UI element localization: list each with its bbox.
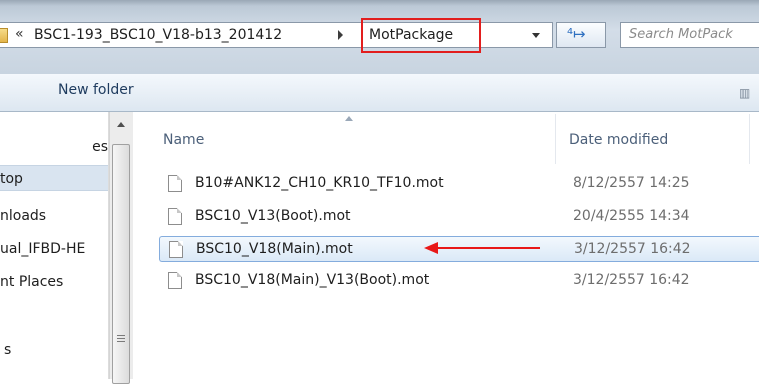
refresh-icon: ⁴↦ <box>567 25 586 43</box>
nav-item-label: ual_IFBD-HE <box>0 241 86 257</box>
address-dropdown-icon[interactable] <box>532 33 540 38</box>
file-icon <box>168 208 182 225</box>
file-name: BSC10_V18(Main).mot <box>196 241 353 257</box>
nav-item-libraries[interactable]: s <box>0 337 108 363</box>
scroll-up-icon[interactable] <box>117 122 125 127</box>
folder-icon <box>0 28 8 43</box>
file-icon <box>168 272 182 289</box>
grip-icon <box>117 335 125 344</box>
nav-item-ifbd[interactable]: ual_IFBD-HE <box>0 236 108 262</box>
breadcrumb-parent[interactable]: BSC1-193_BSC10_V18-b13_201412 <box>34 27 282 43</box>
file-name: B10#ANK12_CH10_KR10_TF10.mot <box>195 175 444 191</box>
sort-ascending-icon <box>345 116 353 121</box>
nav-item-label: nloads <box>0 208 47 224</box>
navigation-pane: es top nloads ual_IFBD-HE nt Places s <box>0 112 109 379</box>
file-date: 20/4/2555 14:34 <box>573 208 690 224</box>
file-date: 8/12/2557 14:25 <box>573 175 690 191</box>
file-name: BSC10_V18(Main)_V13(Boot).mot <box>195 272 430 288</box>
change-view-icon[interactable]: ▥ <box>739 86 750 100</box>
column-header: Name Date modified <box>133 112 759 168</box>
file-date: 3/12/2557 16:42 <box>573 272 690 288</box>
column-divider[interactable] <box>749 114 750 164</box>
refresh-button[interactable]: ⁴↦ <box>556 22 606 48</box>
nav-item-label: s <box>4 342 12 358</box>
nav-item-downloads[interactable]: nloads <box>0 203 108 229</box>
command-bar: New folder ▥ <box>0 74 759 112</box>
file-row[interactable]: BSC10_V13(Boot).mot 20/4/2555 14:34 <box>159 204 759 230</box>
nav-item-label: es <box>92 139 108 155</box>
new-folder-button[interactable]: New folder <box>58 82 134 98</box>
annotation-arrow <box>424 242 540 254</box>
file-name: BSC10_V13(Boot).mot <box>195 208 351 224</box>
breadcrumb-overflow-icon[interactable]: « <box>15 26 24 42</box>
column-divider[interactable] <box>555 114 556 164</box>
file-icon <box>169 241 183 258</box>
file-row-selected[interactable]: BSC10_V18(Main).mot 3/12/2557 16:42 <box>159 236 759 262</box>
nav-scrollbar[interactable] <box>109 112 133 384</box>
file-list: Name Date modified B10#ANK12_CH10_KR10_T… <box>133 112 759 379</box>
nav-item-desktop[interactable]: top <box>0 165 108 191</box>
file-icon <box>168 175 182 192</box>
file-date: 3/12/2557 16:42 <box>574 241 691 257</box>
column-name[interactable]: Name <box>163 132 204 148</box>
file-row[interactable]: BSC10_V18(Main)_V13(Boot).mot 3/12/2557 … <box>159 268 759 294</box>
column-date-modified[interactable]: Date modified <box>569 132 668 148</box>
breadcrumb-separator-icon[interactable] <box>338 30 343 40</box>
scrollbar-thumb[interactable] <box>112 144 130 384</box>
nav-item-label: top <box>0 171 23 187</box>
file-row[interactable]: B10#ANK12_CH10_KR10_TF10.mot 8/12/2557 1… <box>159 171 759 197</box>
address-bar[interactable]: « BSC1-193_BSC10_V18-b13_201412 MotPacka… <box>0 18 553 53</box>
breadcrumb-current[interactable]: MotPackage <box>361 18 481 53</box>
nav-item-label: nt Places <box>0 274 64 290</box>
search-input[interactable]: Search MotPack <box>620 22 759 48</box>
nav-item-favorites[interactable]: es <box>0 134 108 160</box>
nav-item-recent-places[interactable]: nt Places <box>0 269 108 295</box>
window-titlebar: « BSC1-193_BSC10_V18-b13_201412 MotPacka… <box>0 0 759 74</box>
